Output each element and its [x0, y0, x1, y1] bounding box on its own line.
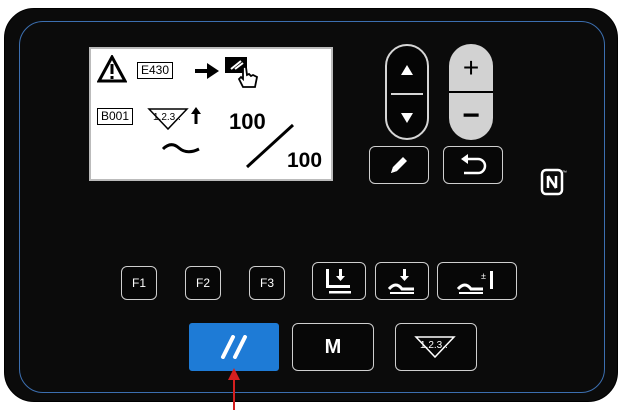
count-total: 100 — [287, 149, 323, 172]
f2-button[interactable]: F2 — [185, 266, 221, 300]
f3-button[interactable]: F3 — [249, 266, 285, 300]
minus-button[interactable]: − — [449, 92, 493, 140]
pointer-arrow — [228, 368, 240, 410]
return-icon — [461, 154, 487, 175]
pencil-icon — [391, 157, 407, 173]
up-button[interactable] — [387, 46, 427, 94]
step-triangle-icon: 1.2.3.. — [147, 108, 189, 131]
needle-down-icon — [387, 269, 414, 294]
svg-text:™: ™ — [562, 170, 567, 176]
up-down-key — [385, 44, 429, 140]
down-triangle-icon — [401, 113, 413, 123]
right-arrow-icon — [195, 63, 219, 79]
operation-panel: E430 B001 1.2.3.. 100 100 + − ™ F1 F2 F3… — [4, 8, 618, 402]
lcd-display: E430 B001 1.2.3.. 100 100 — [89, 47, 333, 181]
needle-up-down-button[interactable] — [375, 262, 429, 300]
warning-triangle-icon — [97, 55, 127, 83]
step-label: 1.2.3.. — [153, 112, 181, 123]
up-triangle-icon — [401, 65, 413, 75]
plus-button[interactable]: + — [449, 44, 493, 92]
stitch-pitch-icon: ± — [456, 271, 493, 294]
f1-button[interactable]: F1 — [121, 266, 157, 300]
edit-button[interactable] — [369, 146, 429, 184]
presser-foot-button[interactable] — [312, 262, 366, 300]
double-slash-icon — [221, 335, 247, 359]
nfc-icon: ™ — [540, 168, 567, 196]
stitch-pitch-button[interactable]: ± — [437, 262, 517, 300]
counter-step-label: 1.2.3.. — [420, 340, 448, 351]
counter-triangle-icon: 1.2.3.. — [414, 336, 456, 359]
hand-press-icon — [225, 57, 259, 88]
up-arrow-icon — [191, 107, 201, 124]
program-code-label: B001 — [97, 108, 134, 125]
menu-button[interactable]: M — [292, 323, 374, 371]
reset-button[interactable] — [189, 323, 279, 371]
return-button[interactable] — [443, 146, 503, 184]
down-button[interactable] — [387, 94, 427, 142]
counter-button[interactable]: 1.2.3.. — [395, 323, 477, 371]
svg-text:±: ± — [481, 271, 486, 281]
plus-minus-key: + − — [449, 44, 493, 140]
thread-wave-icon — [161, 143, 200, 154]
error-code-label: E430 — [137, 62, 174, 79]
presser-foot-icon — [326, 269, 351, 294]
